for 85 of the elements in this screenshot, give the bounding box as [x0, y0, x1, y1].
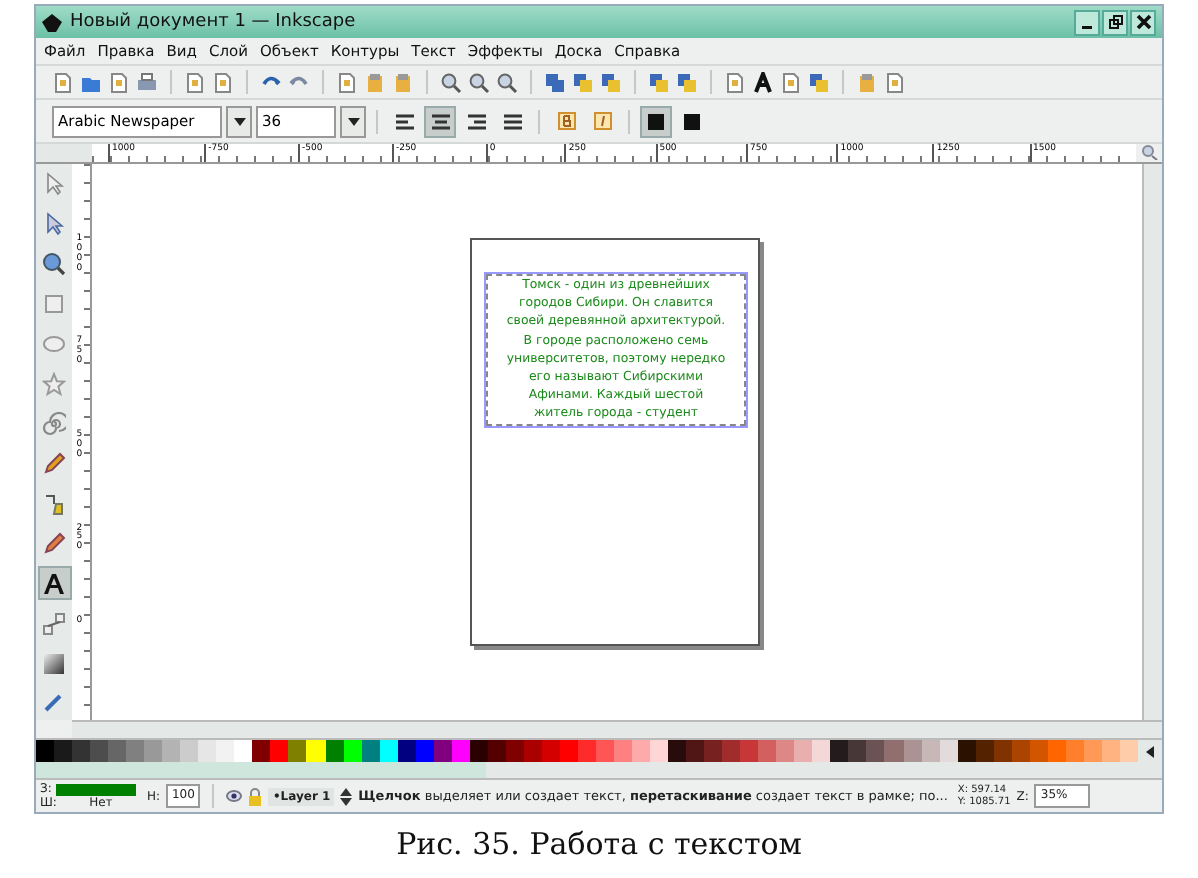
color-swatch[interactable]	[812, 740, 831, 762]
color-swatch[interactable]	[668, 740, 687, 762]
color-swatch[interactable]	[722, 740, 741, 762]
magnifier-icon[interactable]	[468, 71, 490, 93]
color-swatch[interactable]	[794, 740, 813, 762]
color-swatch[interactable]	[776, 740, 795, 762]
printer-icon[interactable]	[136, 71, 158, 93]
color-swatch[interactable]	[758, 740, 777, 762]
color-swatch[interactable]	[270, 740, 289, 762]
color-swatch[interactable]	[126, 740, 145, 762]
color-swatch[interactable]	[234, 740, 253, 762]
color-swatch[interactable]	[686, 740, 705, 762]
text-align-icon	[467, 113, 485, 129]
color-swatch[interactable]	[866, 740, 885, 762]
letter-icon[interactable]	[752, 71, 774, 93]
maximize-button[interactable]	[1102, 9, 1128, 35]
magnifier-icon[interactable]	[496, 71, 518, 93]
drawing-canvas[interactable]	[92, 164, 1142, 720]
caret-icon	[347, 117, 359, 125]
close-icon	[1135, 14, 1151, 30]
color-swatch[interactable]	[650, 740, 669, 762]
fill-swatch[interactable]	[55, 783, 136, 795]
color-swatch[interactable]	[108, 740, 127, 762]
minimize-button[interactable]	[1074, 9, 1100, 35]
color-swatch[interactable]	[54, 740, 73, 762]
text-align-icon	[503, 113, 521, 129]
square-icon	[648, 113, 664, 129]
square-icon	[684, 113, 700, 129]
color-swatch[interactable]	[306, 740, 325, 762]
color-swatch[interactable]	[632, 740, 651, 762]
cursor-arrow-icon	[42, 212, 66, 237]
palette-menu-button[interactable]	[1137, 740, 1162, 762]
gradient-icon	[42, 651, 66, 676]
color-swatch[interactable]	[144, 740, 163, 762]
pen-icon	[42, 491, 66, 516]
star-icon	[42, 372, 66, 397]
connector-icon	[42, 611, 66, 636]
color-swatch[interactable]	[740, 740, 759, 762]
spiral-icon	[42, 411, 66, 436]
dropper-icon	[42, 690, 66, 715]
color-swatch[interactable]	[288, 740, 307, 762]
color-swatch[interactable]	[90, 740, 109, 762]
color-swatch[interactable]	[36, 740, 55, 762]
app-logo-icon	[42, 13, 62, 31]
letter-icon	[593, 112, 611, 130]
text-align-icon	[395, 113, 413, 129]
restore-icon	[1107, 14, 1123, 30]
align-button[interactable]	[424, 105, 456, 137]
magnifier-icon	[42, 252, 66, 277]
eye-icon[interactable]	[226, 788, 243, 804]
color-swatch[interactable]	[614, 740, 633, 762]
color-swatch[interactable]	[252, 740, 271, 762]
rectangle-icon	[42, 292, 66, 317]
letter-icon	[557, 112, 575, 130]
text-orientation-button[interactable]	[640, 105, 672, 137]
color-swatch[interactable]	[704, 740, 723, 762]
letter-icon	[42, 571, 66, 596]
ellipse-icon	[42, 332, 66, 357]
pencil-icon	[42, 451, 66, 476]
color-swatch[interactable]	[72, 740, 91, 762]
figure-caption: Рис. 35. Работа с текстом	[394, 826, 804, 862]
pencil-icon	[42, 531, 66, 556]
color-swatch[interactable]	[884, 740, 903, 762]
text-frame[interactable]	[486, 274, 746, 426]
caret-icon	[233, 117, 245, 125]
close-button[interactable]	[1130, 9, 1156, 35]
horizontal-scrollbar[interactable]	[72, 720, 1162, 738]
color-swatch[interactable]	[162, 740, 181, 762]
tool-button[interactable]	[37, 566, 71, 601]
caret-icon	[1145, 745, 1154, 757]
dropdown-button[interactable]	[226, 105, 252, 137]
color-swatch[interactable]	[180, 740, 199, 762]
color-swatch[interactable]	[848, 740, 867, 762]
up-down-arrows-icon[interactable]	[340, 787, 353, 805]
cursor-arrow-icon	[42, 172, 66, 197]
magnifier-icon[interactable]	[440, 71, 462, 93]
text-align-icon	[431, 113, 449, 129]
dropdown-button[interactable]	[340, 105, 366, 137]
window-title: Новый документ 1 — Inkscape	[70, 12, 356, 32]
palette-scrollbar[interactable]	[36, 762, 1162, 778]
magnifier-icon[interactable]	[1140, 144, 1158, 160]
color-swatch[interactable]	[830, 740, 849, 762]
color-swatch[interactable]	[198, 740, 217, 762]
color-swatch[interactable]	[216, 740, 235, 762]
vertical-scrollbar[interactable]	[1142, 164, 1162, 720]
